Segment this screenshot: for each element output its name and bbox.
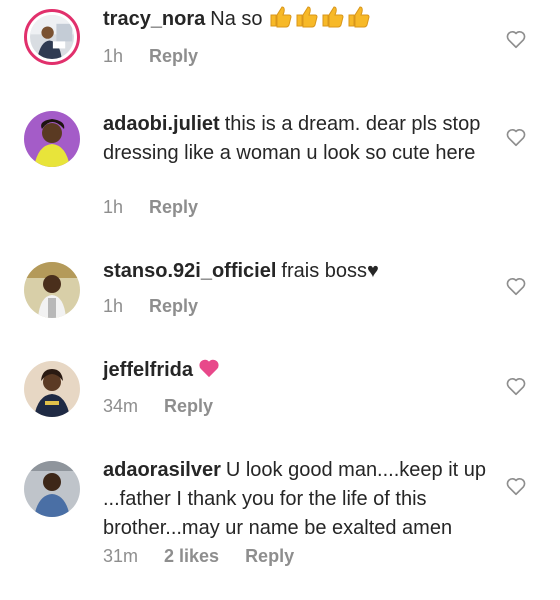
reply-button[interactable]: Reply	[149, 296, 198, 316]
avatar[interactable]	[24, 111, 80, 167]
pink-heart-icon	[198, 358, 220, 387]
reply-button[interactable]: Reply	[149, 46, 198, 66]
reply-button[interactable]: Reply	[245, 546, 294, 566]
comment-time: 31m	[103, 546, 139, 566]
like-heart-icon[interactable]	[505, 126, 527, 148]
like-heart-icon[interactable]	[505, 375, 527, 397]
comment-text: Na so	[210, 8, 263, 30]
like-heart-icon[interactable]	[505, 475, 527, 497]
comment-time: 1h	[103, 197, 124, 217]
comment-meta: 31m 2 likes Reply	[103, 546, 320, 567]
comment-text: frais boss♥	[281, 260, 379, 282]
comment-time: 34m	[103, 396, 139, 416]
comment-meta: 34m Reply	[103, 396, 239, 417]
comment-username[interactable]: jeffelfrida	[103, 359, 193, 381]
comment-time: 1h	[103, 46, 124, 66]
like-heart-icon[interactable]	[505, 275, 527, 297]
avatar-image	[24, 262, 80, 318]
comment-time: 1h	[103, 296, 124, 316]
like-heart-icon[interactable]	[505, 28, 527, 50]
reply-button[interactable]: Reply	[164, 396, 213, 416]
comment-body: adaobi.juliet this is a dream. dear pls s…	[103, 110, 495, 168]
thumbs-up-emoji-group	[268, 4, 372, 37]
comment-username[interactable]: tracy_nora	[103, 8, 205, 30]
comment-meta: 1h Reply	[103, 46, 224, 67]
avatar[interactable]	[24, 262, 80, 318]
comment-body: tracy_nora Na so	[103, 4, 495, 37]
avatar-image	[24, 461, 80, 517]
comment-username[interactable]: adaorasilver	[103, 459, 221, 481]
thumbs-up-icon	[270, 6, 370, 28]
comment-meta: 1h Reply	[103, 197, 224, 218]
comment-username[interactable]: stanso.92i_officiel	[103, 260, 276, 282]
avatar[interactable]	[24, 461, 80, 517]
likes-count-button[interactable]: 2 likes	[164, 546, 219, 566]
reply-button[interactable]: Reply	[149, 197, 198, 217]
avatar[interactable]	[24, 9, 80, 65]
comment-body: adaorasilver U look good man....keep it u…	[103, 456, 495, 543]
comment-body: stanso.92i_officiel frais boss♥	[103, 257, 495, 286]
avatar[interactable]	[24, 361, 80, 417]
avatar-image	[30, 15, 74, 59]
avatar-image	[24, 361, 80, 417]
comment-username[interactable]: adaobi.juliet	[103, 113, 220, 135]
comment-body: jeffelfrida	[103, 356, 495, 387]
avatar-image	[24, 111, 80, 167]
comment-meta: 1h Reply	[103, 296, 224, 317]
